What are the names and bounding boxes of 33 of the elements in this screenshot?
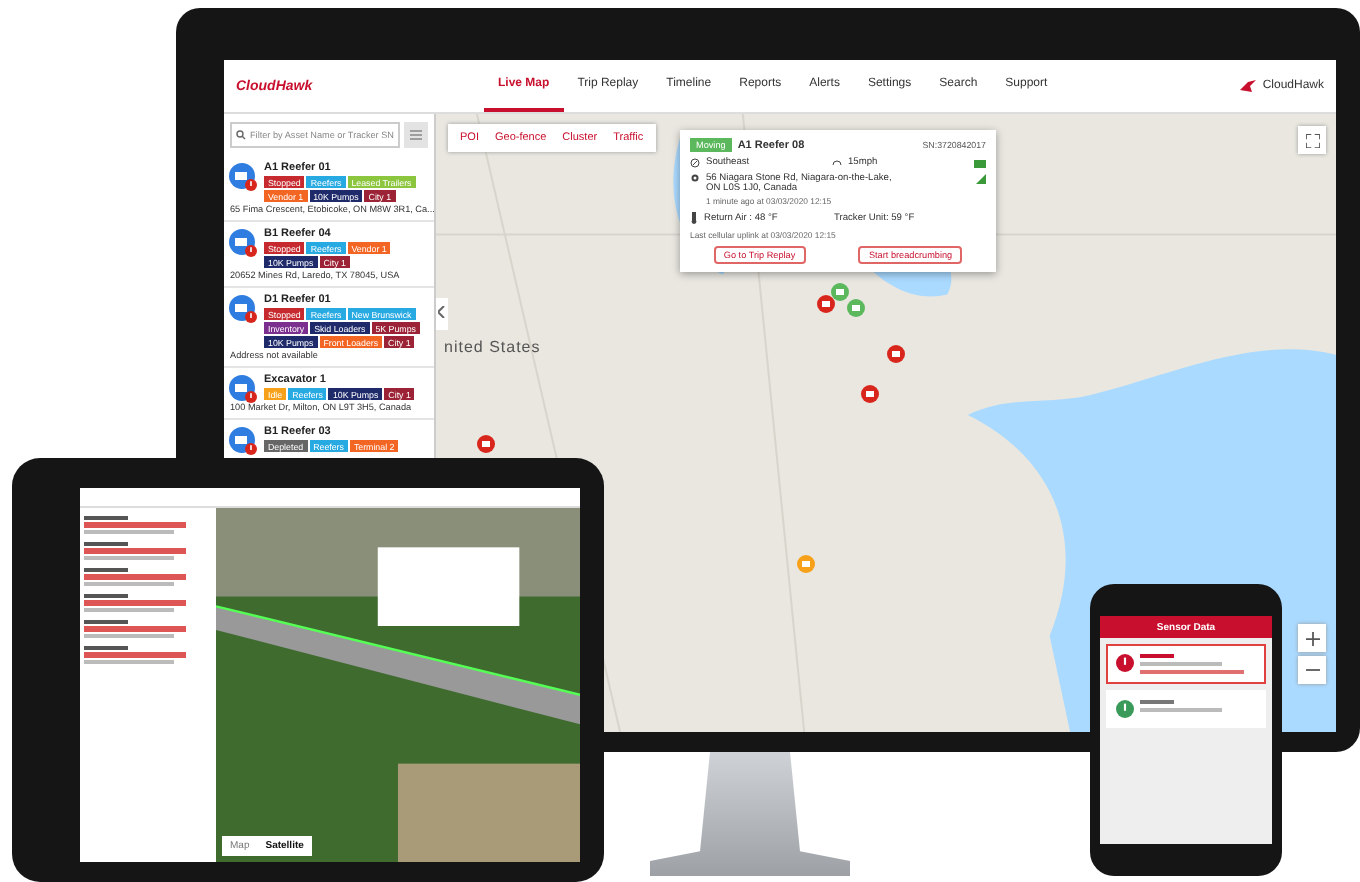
thermometer-icon bbox=[690, 212, 698, 224]
map-marker-icon[interactable] bbox=[476, 434, 496, 454]
status-icon bbox=[1116, 700, 1134, 718]
battery-icon bbox=[974, 159, 986, 167]
signal-icon bbox=[976, 174, 986, 184]
search-icon bbox=[236, 130, 246, 140]
collapse-handle[interactable] bbox=[436, 298, 448, 330]
location-pin-icon bbox=[690, 174, 700, 184]
text-line bbox=[1140, 700, 1175, 704]
plus-icon bbox=[1305, 631, 1319, 645]
compass-icon bbox=[690, 158, 700, 168]
text-line bbox=[1140, 662, 1222, 666]
status-icon bbox=[1116, 654, 1134, 672]
chevron-left-icon bbox=[438, 306, 446, 318]
map-marker-icon[interactable] bbox=[886, 344, 906, 364]
map-marker-icon[interactable] bbox=[860, 384, 880, 404]
fullscreen-icon bbox=[1305, 133, 1319, 147]
sensor-card[interactable] bbox=[1106, 644, 1266, 684]
map-marker-icon[interactable] bbox=[796, 554, 816, 574]
minus-icon bbox=[1305, 668, 1319, 672]
map-marker-icon[interactable] bbox=[816, 294, 836, 314]
fullscreen-button[interactable] bbox=[1298, 126, 1326, 154]
menu-icon bbox=[410, 130, 422, 140]
zoom-out-button[interactable] bbox=[1298, 656, 1326, 684]
text-line bbox=[1140, 708, 1222, 712]
text-line bbox=[1140, 654, 1175, 658]
hawk-icon bbox=[1240, 80, 1257, 92]
speedometer-icon bbox=[832, 158, 842, 168]
zoom-in-button[interactable] bbox=[1298, 624, 1326, 652]
map-marker-icon[interactable] bbox=[830, 282, 850, 302]
text-line bbox=[1140, 670, 1245, 674]
map-marker-icon[interactable] bbox=[846, 298, 866, 318]
map-label: nited States bbox=[444, 338, 541, 356]
